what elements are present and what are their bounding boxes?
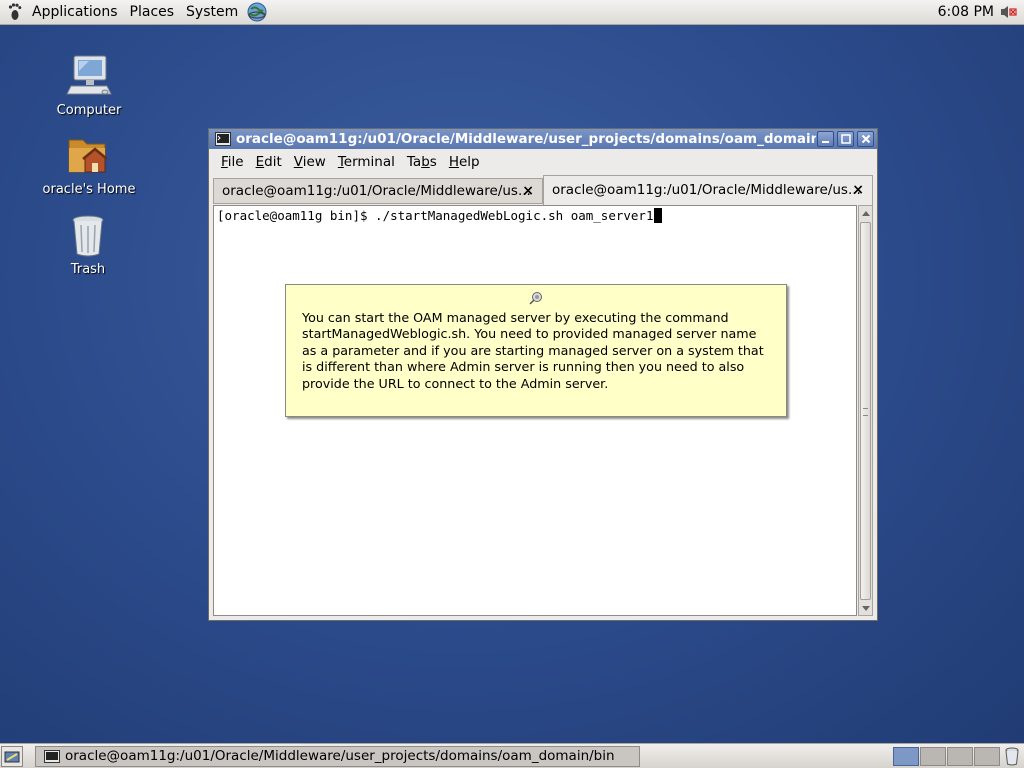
desktop-icon-label: oracle's Home bbox=[42, 182, 136, 197]
workspace-4[interactable] bbox=[974, 747, 1000, 766]
desktop-icon-home[interactable]: oracle's Home bbox=[34, 132, 144, 197]
tab-2[interactable]: oracle@oam11g:/u01/Oracle/Middleware/us.… bbox=[543, 175, 873, 205]
terminal-icon bbox=[215, 132, 231, 146]
maximize-button[interactable] bbox=[837, 131, 854, 147]
scroll-down-icon[interactable] bbox=[859, 602, 872, 615]
window-title: oracle@oam11g:/u01/Oracle/Middleware/use… bbox=[236, 131, 816, 147]
menu-tabs[interactable]: Tabs bbox=[401, 154, 443, 170]
volume-muted-icon[interactable] bbox=[1000, 4, 1018, 20]
gnome-foot-icon[interactable] bbox=[4, 0, 26, 25]
menu-file[interactable]: File bbox=[215, 154, 250, 170]
bottom-panel: oracle@oam11g:/u01/Oracle/Middleware/use… bbox=[0, 743, 1024, 768]
scroll-up-icon[interactable] bbox=[859, 206, 872, 219]
home-folder-icon bbox=[65, 132, 113, 178]
trash-icon bbox=[64, 212, 112, 258]
tab-bar: oracle@oam11g:/u01/Oracle/Middleware/us.… bbox=[209, 175, 877, 205]
menu-view[interactable]: View bbox=[288, 154, 332, 170]
network-globe-icon[interactable] bbox=[246, 1, 268, 23]
taskbar-window-label: oracle@oam11g:/u01/Oracle/Middleware/use… bbox=[65, 748, 615, 764]
trash-applet-icon[interactable] bbox=[1004, 747, 1020, 766]
text-cursor bbox=[653, 208, 662, 223]
pushpin-icon bbox=[528, 291, 544, 305]
tutorial-note: You can start the OAM managed server by … bbox=[285, 284, 787, 417]
taskbar-window-button[interactable]: oracle@oam11g:/u01/Oracle/Middleware/use… bbox=[35, 746, 640, 767]
desktop-icon-computer[interactable]: Computer bbox=[34, 53, 144, 118]
menu-help[interactable]: Help bbox=[443, 154, 486, 170]
vertical-scrollbar[interactable] bbox=[858, 205, 873, 616]
workspace-3[interactable] bbox=[947, 747, 973, 766]
note-text: You can start the OAM managed server by … bbox=[302, 310, 764, 391]
scrollbar-thumb[interactable] bbox=[860, 222, 871, 600]
workspace-1[interactable] bbox=[893, 747, 919, 766]
workspace-2[interactable] bbox=[920, 747, 946, 766]
desktop-icon-label: Computer bbox=[56, 103, 122, 118]
terminal-icon bbox=[44, 750, 60, 763]
tab-close-icon[interactable]: × bbox=[852, 176, 864, 204]
desktop-icon-trash[interactable]: Trash bbox=[33, 212, 143, 277]
command-line: [oracle@oam11g bin]$ ./startManagedWebLo… bbox=[217, 208, 662, 223]
computer-icon bbox=[65, 53, 113, 99]
tab-label: oracle@oam11g:/u01/Oracle/Middleware/us.… bbox=[552, 182, 861, 198]
tab-close-icon[interactable]: × bbox=[522, 179, 534, 203]
menu-bar: File Edit View Terminal Tabs Help bbox=[209, 149, 877, 175]
minimize-button[interactable] bbox=[817, 131, 834, 147]
desktop-icon-label: Trash bbox=[70, 262, 106, 277]
scrollbar-grip bbox=[863, 408, 868, 416]
menu-edit[interactable]: Edit bbox=[250, 154, 288, 170]
panel-clock[interactable]: 6:08 PM bbox=[938, 0, 994, 25]
menu-terminal[interactable]: Terminal bbox=[332, 154, 401, 170]
applications-menu[interactable]: Applications bbox=[26, 0, 124, 25]
system-menu[interactable]: System bbox=[180, 0, 244, 25]
show-desktop-icon[interactable] bbox=[1, 746, 23, 767]
close-button[interactable] bbox=[857, 131, 874, 147]
places-menu[interactable]: Places bbox=[124, 0, 181, 25]
window-titlebar[interactable]: oracle@oam11g:/u01/Oracle/Middleware/use… bbox=[209, 129, 877, 149]
top-panel: Applications Places System 6:08 PM bbox=[0, 0, 1024, 25]
tab-label: oracle@oam11g:/u01/Oracle/Middleware/us.… bbox=[222, 183, 531, 199]
tab-1[interactable]: oracle@oam11g:/u01/Oracle/Middleware/us.… bbox=[213, 178, 543, 204]
